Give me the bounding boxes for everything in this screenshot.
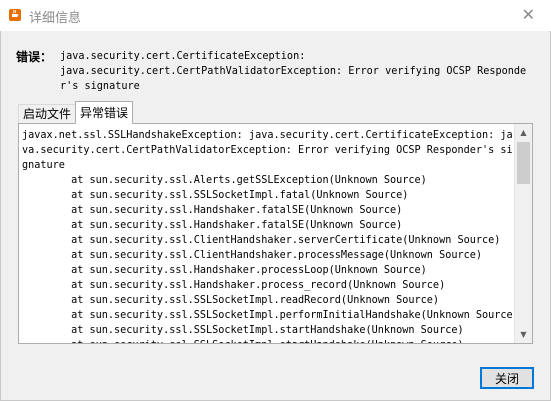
error-label: 错误： — [16, 50, 53, 64]
error-message: java.security.cert.CertificateException:… — [60, 51, 527, 92]
trace-header-line: javax.net.ssl.SSLHandshakeException: jav… — [22, 130, 513, 171]
window-title: 详细信息 — [29, 11, 82, 26]
window-close-icon[interactable]: ✕ — [522, 5, 535, 24]
trace-line: at sun.security.ssl.Handshaker.fatalSE(U… — [22, 205, 403, 216]
trace-line: at sun.security.ssl.ClientHandshaker.pro… — [22, 250, 483, 261]
trace-line: at sun.security.ssl.SSLSocketImpl.readRe… — [22, 295, 440, 306]
tab-exception[interactable]: 异常错误 — [75, 101, 134, 124]
tab-strip: 启动文件 异常错误 — [18, 101, 134, 124]
vertical-scrollbar[interactable]: ▲ ▼ — [514, 124, 532, 343]
trace-line: at sun.security.ssl.SSLSocketImpl.fatal(… — [22, 190, 409, 201]
scroll-down-icon[interactable]: ▼ — [515, 326, 532, 343]
trace-line: at sun.security.ssl.Handshaker.fatalSE(U… — [22, 220, 403, 231]
tab-startup-file[interactable]: 启动文件 — [18, 104, 77, 124]
trace-line: at sun.security.ssl.Handshaker.processLo… — [22, 265, 427, 276]
stack-trace-text: javax.net.ssl.SSLHandshakeException: jav… — [22, 128, 513, 343]
exception-panel: javax.net.ssl.SSLHandshakeException: jav… — [18, 123, 533, 344]
stack-trace-textarea[interactable]: javax.net.ssl.SSLHandshakeException: jav… — [19, 124, 513, 343]
trace-line: at sun.security.ssl.SSLSocketImpl.startH… — [22, 338, 513, 343]
trace-line: at sun.security.ssl.SSLSocketImpl.startH… — [22, 325, 464, 336]
close-button[interactable]: 关闭 — [480, 367, 534, 389]
java-cup-icon — [9, 9, 21, 21]
trace-line: at sun.security.ssl.Handshaker.process_r… — [22, 280, 446, 291]
trace-line: at sun.security.ssl.Alerts.getSSLExcepti… — [22, 175, 427, 186]
scroll-thumb[interactable] — [517, 142, 530, 184]
trace-line: at sun.security.ssl.ClientHandshaker.ser… — [22, 235, 501, 246]
trace-line: at sun.security.ssl.SSLSocketImpl.perfor… — [22, 310, 513, 321]
title-bar: 详细信息 ✕ — [0, 0, 551, 31]
scroll-up-icon[interactable]: ▲ — [515, 124, 532, 141]
